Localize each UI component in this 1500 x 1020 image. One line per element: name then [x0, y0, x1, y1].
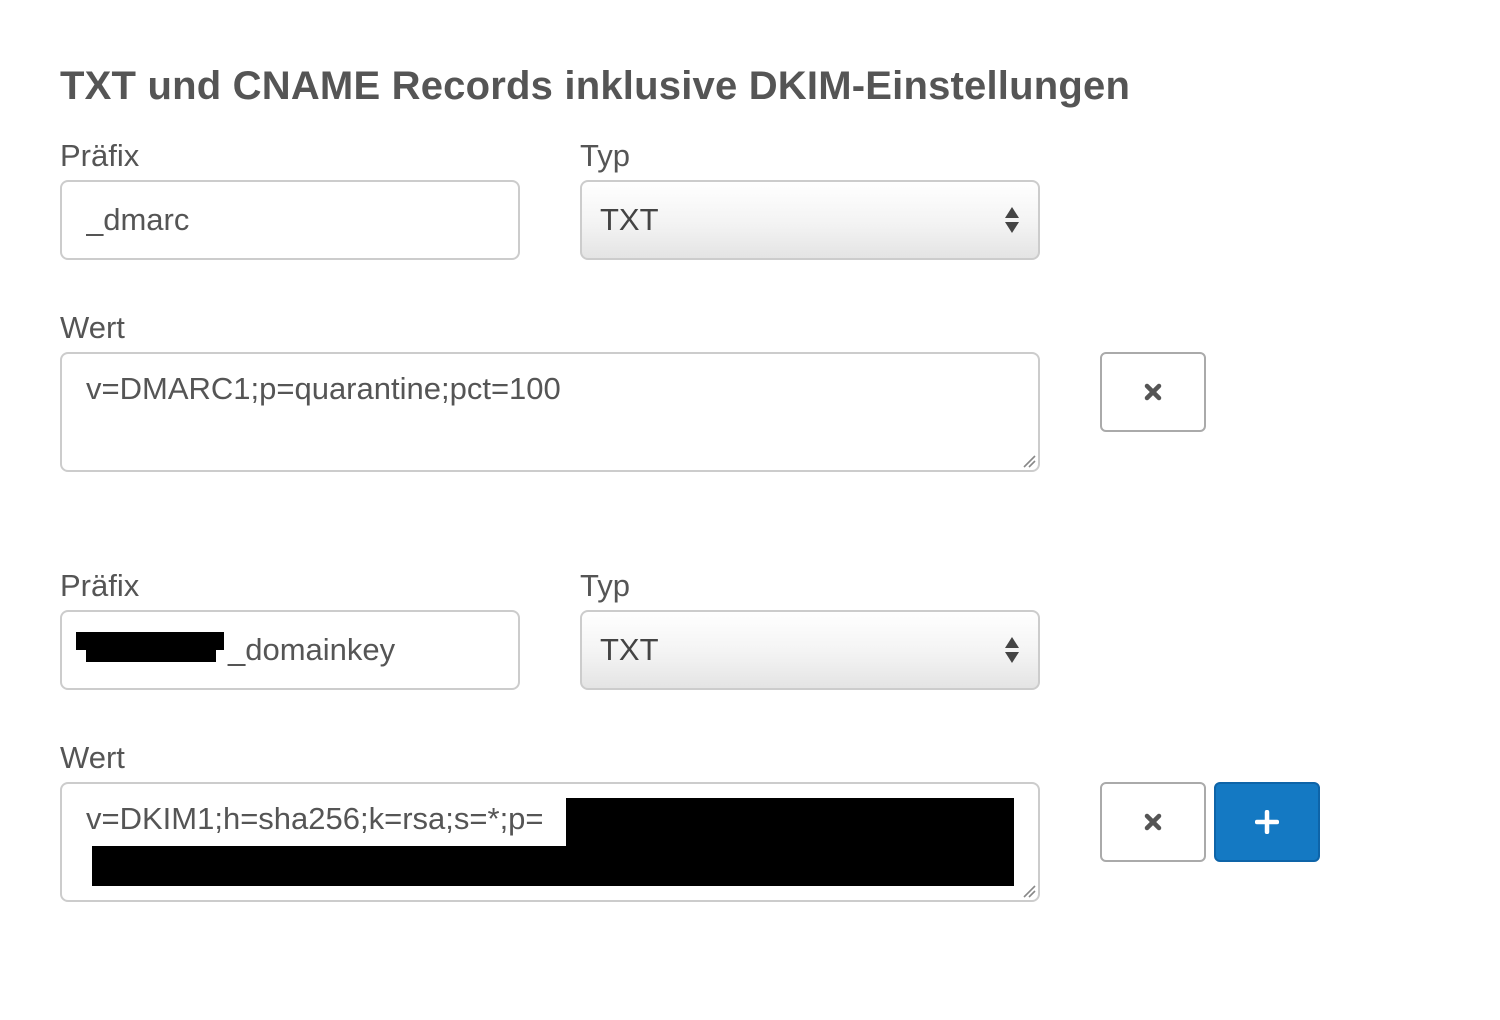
prefix-label: Präfix: [60, 138, 140, 173]
remove-record-button[interactable]: [1100, 352, 1206, 432]
value-textarea[interactable]: v=DMARC1;p=quarantine;pct=100: [60, 352, 1040, 472]
times-icon: [1144, 813, 1162, 831]
type-label: Typ: [580, 138, 630, 173]
resize-handle-icon[interactable]: [1022, 884, 1036, 898]
redaction-block: [86, 640, 216, 662]
type-select-value: TXT: [600, 632, 659, 667]
times-icon: [1144, 383, 1162, 401]
value-label: Wert: [60, 310, 125, 345]
add-record-button[interactable]: [1214, 782, 1320, 862]
value-textarea-wrap: v=DKIM1;h=sha256;k=rsa;s=*;p=: [60, 782, 1040, 902]
page-title: TXT und CNAME Records inklusive DKIM-Ein…: [60, 64, 1131, 108]
type-select[interactable]: TXT: [580, 610, 1040, 690]
type-select-value: TXT: [600, 202, 659, 237]
select-updown-icon: [1005, 207, 1019, 233]
value-textarea-wrap: v=DMARC1;p=quarantine;pct=100: [60, 352, 1040, 472]
redaction-block: [92, 846, 1014, 886]
remove-record-button[interactable]: [1100, 782, 1206, 862]
value-label: Wert: [60, 740, 125, 775]
type-label: Typ: [580, 568, 630, 603]
prefix-label: Präfix: [60, 568, 140, 603]
select-updown-icon: [1005, 637, 1019, 663]
type-select[interactable]: TXT: [580, 180, 1040, 260]
prefix-input-value: _domainkey: [228, 632, 396, 667]
resize-handle-icon[interactable]: [1022, 454, 1036, 468]
prefix-input[interactable]: [60, 180, 520, 260]
plus-icon: [1255, 810, 1279, 834]
redaction-block: [566, 798, 1014, 846]
prefix-input-wrap: _domainkey: [60, 610, 520, 690]
